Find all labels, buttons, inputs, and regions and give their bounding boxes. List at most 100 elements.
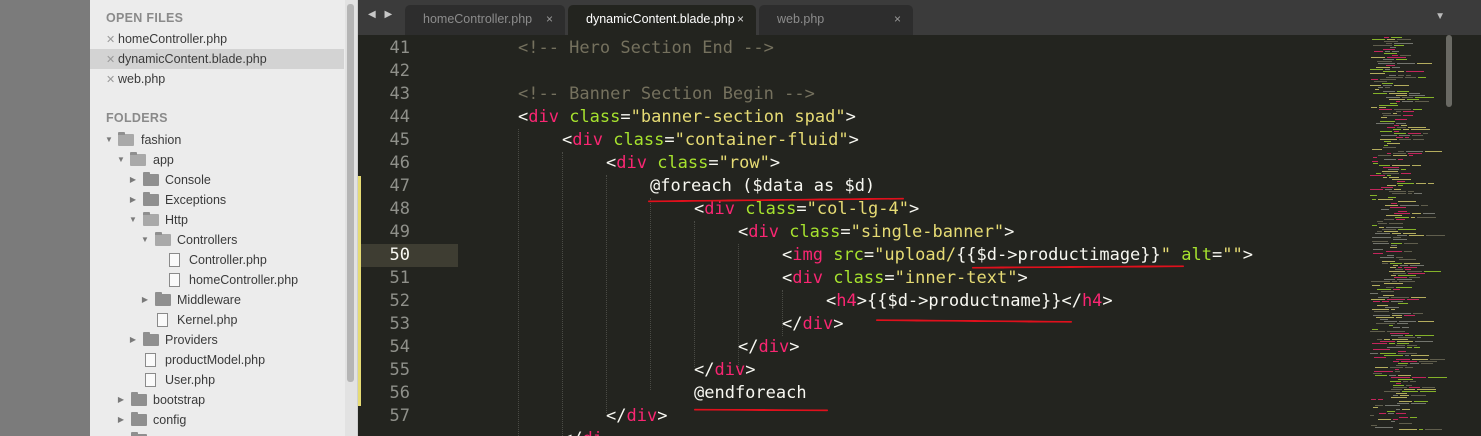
tree-label: Exceptions bbox=[165, 193, 227, 207]
minimap-line bbox=[1397, 127, 1406, 128]
tree-file-productmodel[interactable]: productModel.php bbox=[90, 350, 344, 370]
tree-file-user[interactable]: User.php bbox=[90, 370, 344, 390]
code-attr: class bbox=[602, 130, 665, 150]
tree-file-controller[interactable]: Controller.php bbox=[90, 250, 344, 270]
close-icon[interactable]: × bbox=[737, 5, 744, 33]
folders-header: FOLDERS bbox=[106, 111, 168, 125]
close-icon[interactable]: ✕ bbox=[106, 70, 118, 90]
minimap-line bbox=[1386, 251, 1402, 252]
chevron-right-icon[interactable]: ▶ bbox=[116, 390, 126, 410]
tree-folder-bootstrap[interactable]: ▶ bootstrap bbox=[90, 390, 344, 410]
minimap-line bbox=[1379, 165, 1390, 166]
minimap-line bbox=[1394, 131, 1399, 132]
minimap-line bbox=[1384, 141, 1391, 142]
tab-dynamiccontent[interactable]: dynamicContent.blade.php × bbox=[568, 5, 756, 35]
chevron-down-icon[interactable]: ▼ bbox=[116, 150, 126, 170]
tree-folder-console[interactable]: ▶ Console bbox=[90, 170, 344, 190]
tree-folder-providers[interactable]: ▶ Providers bbox=[90, 330, 344, 350]
tree-folder-app[interactable]: ▼ app bbox=[90, 150, 344, 170]
minimap-line bbox=[1395, 119, 1407, 120]
close-icon[interactable]: ✕ bbox=[106, 30, 118, 50]
minimap-line bbox=[1404, 315, 1415, 316]
code-string: "banner-section spad" bbox=[630, 107, 846, 127]
chevron-right-icon[interactable]: ▶ bbox=[140, 290, 150, 310]
indent-guide bbox=[518, 129, 519, 436]
minimap-line bbox=[1394, 213, 1410, 214]
code-attr: class bbox=[822, 268, 885, 288]
minimap-line bbox=[1393, 289, 1400, 290]
code-token: > bbox=[856, 291, 867, 311]
code-editor[interactable]: 41 42 43 44 45 46 47 48 49 50 51 52 53 5… bbox=[358, 35, 1481, 436]
minimap-line bbox=[1397, 279, 1412, 280]
chevron-right-icon[interactable]: ▶ bbox=[116, 430, 126, 436]
minimap-line bbox=[1381, 291, 1394, 292]
open-file-item[interactable]: ✕ dynamicContent.blade.php bbox=[90, 49, 344, 69]
editor-scrollbar-thumb[interactable] bbox=[1446, 35, 1452, 107]
minimap-line bbox=[1384, 159, 1396, 160]
code-token: = bbox=[863, 245, 875, 265]
tree-folder-controllers[interactable]: ▼ Controllers bbox=[90, 230, 344, 250]
code-line-41: <!-- Hero Section End --> bbox=[518, 37, 774, 60]
minimap-line bbox=[1398, 211, 1407, 212]
code-attr: class bbox=[734, 199, 797, 219]
chevron-right-icon[interactable]: ▶ bbox=[128, 330, 138, 350]
tab-web[interactable]: web.php × bbox=[759, 5, 913, 35]
tree-folder-config[interactable]: ▶ config bbox=[90, 410, 344, 430]
chevron-down-icon[interactable]: ▼ bbox=[104, 130, 114, 150]
minimap-line bbox=[1402, 391, 1418, 392]
chevron-right-icon[interactable]: ▶ bbox=[116, 410, 126, 430]
minimap-line bbox=[1390, 263, 1402, 264]
line-number: 57 bbox=[389, 406, 410, 426]
minimap-line bbox=[1398, 185, 1403, 186]
minimap-line bbox=[1396, 383, 1401, 384]
open-file-item[interactable]: ✕ homeController.php bbox=[90, 29, 344, 49]
tab-homecontroller[interactable]: homeController.php × bbox=[405, 5, 565, 35]
minimap-line bbox=[1378, 63, 1395, 64]
minimap-line bbox=[1396, 95, 1407, 96]
open-file-item[interactable]: ✕ web.php bbox=[90, 69, 344, 89]
minimap-line bbox=[1383, 49, 1395, 50]
minimap-line bbox=[1401, 169, 1406, 170]
tab-nav-arrows-icon[interactable]: ◀ ▶ bbox=[368, 9, 395, 20]
chevron-down-icon[interactable]: ▼ bbox=[128, 210, 138, 230]
sidebar-scrollbar-thumb[interactable] bbox=[347, 4, 354, 382]
tree-folder-exceptions[interactable]: ▶ Exceptions bbox=[90, 190, 344, 210]
chevron-right-icon[interactable]: ▶ bbox=[128, 170, 138, 190]
minimap-line bbox=[1379, 105, 1398, 106]
code-token: = bbox=[1211, 245, 1223, 265]
minimap[interactable] bbox=[1370, 35, 1455, 436]
chevron-down-icon[interactable]: ▼ bbox=[140, 230, 150, 250]
close-icon[interactable]: × bbox=[546, 5, 553, 33]
minimap-line bbox=[1392, 313, 1411, 314]
code-token: > bbox=[657, 406, 668, 426]
minimap-line bbox=[1376, 317, 1394, 318]
minimap-line bbox=[1393, 327, 1400, 328]
minimap-line bbox=[1430, 359, 1445, 360]
close-icon[interactable]: × bbox=[894, 5, 901, 33]
tree-folder-partial[interactable]: ▶ bbox=[90, 430, 344, 436]
minimap-line bbox=[1385, 307, 1399, 308]
tree-label: fashion bbox=[141, 133, 182, 147]
tree-folder-middleware[interactable]: ▶ Middleware bbox=[90, 290, 344, 310]
code-token: > bbox=[1102, 291, 1113, 311]
minimap-line bbox=[1386, 215, 1402, 216]
code-line-47: @foreach ($data as $d) bbox=[650, 175, 875, 198]
tree-file-kernel[interactable]: Kernel.php bbox=[90, 310, 344, 330]
code-token: > bbox=[789, 337, 800, 357]
close-icon[interactable]: ✕ bbox=[106, 50, 118, 70]
minimap-line bbox=[1397, 181, 1405, 182]
code-token: > bbox=[745, 360, 756, 380]
tree-file-homecontroller[interactable]: homeController.php bbox=[90, 270, 344, 290]
tab-dropdown-icon[interactable]: ▼ bbox=[1435, 11, 1445, 22]
tree-folder-fashion[interactable]: ▼ fashion bbox=[90, 130, 344, 150]
minimap-line bbox=[1396, 219, 1405, 220]
line-number: 55 bbox=[389, 360, 410, 380]
tree-folder-http[interactable]: ▼ Http bbox=[90, 210, 344, 230]
chevron-right-icon[interactable]: ▶ bbox=[128, 190, 138, 210]
minimap-line bbox=[1403, 129, 1409, 130]
minimap-line bbox=[1382, 263, 1388, 264]
minimap-line bbox=[1408, 273, 1425, 274]
code-token: > bbox=[845, 107, 856, 127]
line-number: 49 bbox=[389, 222, 410, 242]
minimap-line bbox=[1396, 345, 1405, 346]
